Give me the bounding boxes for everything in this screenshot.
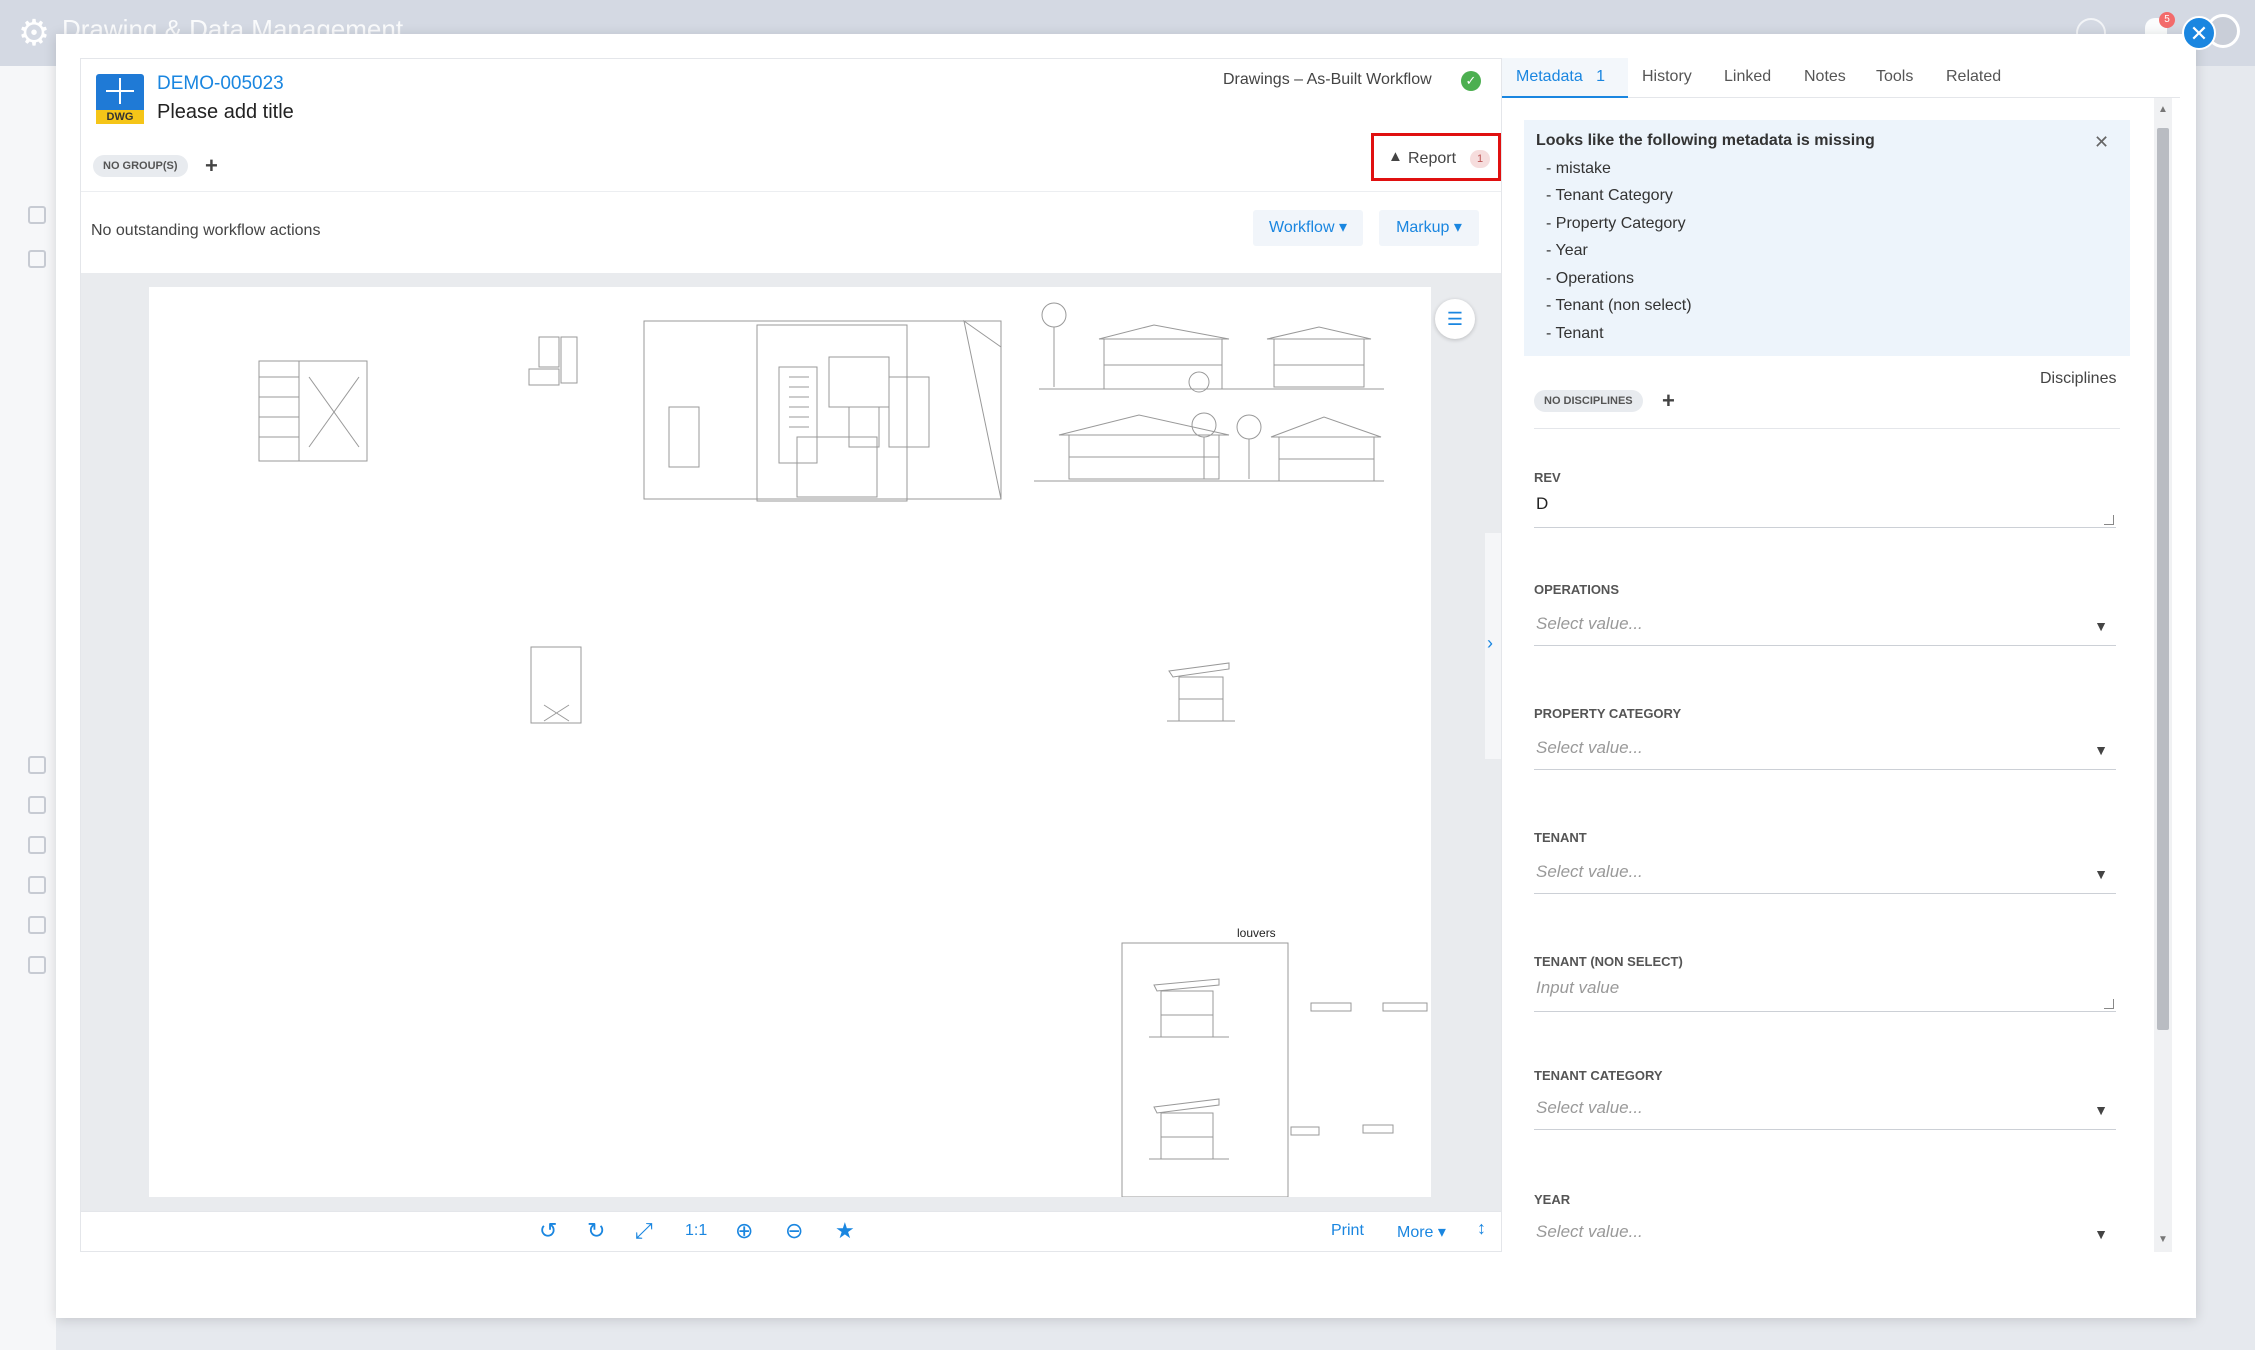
add-discipline-button[interactable]: + (1662, 388, 1675, 414)
gear-icon[interactable]: ⚙ (14, 13, 54, 53)
operations-select[interactable]: Select value... ▼ (1534, 608, 2116, 646)
alert-item: - Tenant Category (1546, 187, 1673, 204)
louvers-annotation: louvers (1237, 926, 1276, 940)
print-button[interactable]: Print (1331, 1222, 1364, 1240)
caret-down-icon: ▼ (2094, 1226, 2108, 1242)
check-icon (28, 836, 46, 854)
disciplines-badge: NO DISCIPLINES (1534, 390, 1643, 412)
document-id-link[interactable]: DEMO-005023 (157, 73, 284, 95)
tab-history[interactable]: History (1642, 68, 1692, 86)
tenant-non-select-label: TENANT (NON SELECT) (1534, 954, 1683, 969)
document-title[interactable]: Please add title (157, 101, 294, 124)
report-button[interactable]: ▲ Report 1 (1371, 133, 1501, 181)
app-title: Drawing & Data Management (62, 14, 404, 34)
notification-badge: 5 (2159, 12, 2175, 28)
chart-icon (28, 876, 46, 894)
alert-item: - mistake (1546, 160, 1611, 177)
dwg-file-icon: DWG (96, 74, 144, 124)
panel-tabs: Metadata 1 History Linked Notes Tools Re… (1502, 58, 2180, 98)
alert-item: - Property Category (1546, 215, 1686, 232)
close-button[interactable]: ✕ (2182, 16, 2216, 50)
inbox-icon (28, 956, 46, 974)
alert-item: - Year (1546, 242, 1588, 259)
workflow-dropdown-button[interactable]: Workflow ▾ (1253, 210, 1363, 246)
alert-item: - Tenant (1546, 325, 1604, 342)
tab-linked[interactable]: Linked (1724, 68, 1771, 86)
drawing-sheet[interactable]: louvers (149, 287, 1431, 1198)
caret-down-icon: ▼ (2094, 618, 2108, 634)
tenant-category-label: TENANT CATEGORY (1534, 1068, 1663, 1083)
chevron-right-icon: › (1487, 633, 1493, 653)
missing-metadata-alert: Looks like the following metadata is mis… (1524, 120, 2130, 356)
tab-notes[interactable]: Notes (1804, 68, 1846, 86)
layers-list-icon[interactable]: ☰ (1435, 299, 1475, 339)
alert-title: Looks like the following metadata is mis… (1536, 132, 1875, 149)
file-ext-label: DWG (96, 110, 144, 124)
alert-item: - Tenant (non select) (1546, 297, 1692, 314)
metadata-count: 1 (1596, 68, 1605, 85)
metadata-form[interactable]: Looks like the following metadata is mis… (1502, 98, 2162, 1252)
actual-size-button[interactable]: 1:1 (685, 1222, 707, 1240)
workflow-actions-status: No outstanding workflow actions (91, 222, 321, 239)
tenant-non-select-field[interactable]: Input value (1534, 974, 2116, 1012)
rotate-right-icon[interactable]: ↻ (587, 1218, 605, 1244)
drawing-canvas[interactable]: louvers ☰ › (81, 273, 1501, 1211)
search-icon (28, 206, 46, 224)
more-dropdown-button[interactable]: More ▾ (1397, 1222, 1446, 1242)
alert-item: - Operations (1546, 270, 1635, 287)
add-group-button[interactable]: + (205, 153, 218, 179)
star-icon[interactable]: ★ (835, 1218, 855, 1244)
document-viewer-pane: DWG DEMO-005023 Please add title Drawing… (80, 58, 1502, 1252)
divider (1534, 428, 2120, 429)
markup-dropdown-button[interactable]: Markup ▾ (1379, 210, 1479, 246)
report-count-badge: 1 (1470, 150, 1490, 168)
upload-icon (28, 916, 46, 934)
caret-down-icon: ▼ (2094, 742, 2108, 758)
panel-collapse-handle[interactable]: › (1485, 533, 1501, 759)
background-sidebar (0, 66, 56, 1350)
scroll-down-icon[interactable]: ▼ (2158, 1234, 2168, 1245)
report-label: Report (1408, 150, 1457, 167)
tenant-label: TENANT (1534, 830, 1587, 845)
resize-vertical-icon[interactable]: ↕ (1477, 1218, 1486, 1239)
check-circle-icon: ✓ (1461, 71, 1481, 91)
folder-icon (28, 250, 46, 268)
pencil-icon (28, 796, 46, 814)
close-icon[interactable]: ✕ (2094, 132, 2109, 153)
rotate-left-icon[interactable]: ↺ (539, 1218, 557, 1244)
operations-label: OPERATIONS (1534, 582, 1619, 597)
metadata-panel: Metadata 1 History Linked Notes Tools Re… (1502, 58, 2180, 1252)
drawing-content: louvers (258, 302, 1428, 1198)
tenant-select[interactable]: Select value... ▼ (1534, 856, 2116, 894)
panel-icon (28, 756, 46, 774)
caret-down-icon: ▼ (2094, 1102, 2108, 1118)
property-category-label: PROPERTY CATEGORY (1534, 706, 1682, 721)
fit-expand-icon[interactable]: ⤢ (635, 1218, 653, 1244)
workflow-action-bar: No outstanding workflow actions Workflow… (81, 191, 1501, 271)
tab-metadata[interactable]: Metadata 1 (1516, 68, 1605, 86)
rev-value: D (1536, 494, 1549, 513)
zoom-out-icon[interactable]: ⊖ (785, 1218, 803, 1244)
tenant-category-select[interactable]: Select value... ▼ (1534, 1092, 2116, 1130)
groups-badge: NO GROUP(S) (93, 155, 188, 177)
scroll-up-icon[interactable]: ▲ (2158, 104, 2168, 115)
viewer-toolbar: ↺ ↻ ⤢ 1:1 ⊕ ⊖ ★ Print More ▾ ↕ (81, 1211, 1501, 1251)
panel-scrollbar[interactable]: ▲ ▼ (2154, 98, 2172, 1252)
document-header: DWG DEMO-005023 Please add title Drawing… (81, 59, 1501, 191)
caret-down-icon: ▼ (2094, 866, 2108, 882)
disciplines-label: Disciplines (2040, 370, 2117, 387)
workflow-name: Drawings – As-Built Workflow (1223, 71, 1432, 88)
property-category-select[interactable]: Select value... ▼ (1534, 732, 2116, 770)
warning-icon: ▲ (1388, 148, 1403, 165)
scrollbar-thumb[interactable] (2157, 128, 2169, 1030)
year-select[interactable]: Select value... ▼ (1534, 1216, 2116, 1252)
rev-label: REV (1534, 470, 1561, 485)
year-label: YEAR (1534, 1192, 1571, 1207)
rev-field[interactable]: D (1534, 490, 2116, 528)
tab-related[interactable]: Related (1946, 68, 2001, 86)
zoom-in-icon[interactable]: ⊕ (735, 1218, 753, 1244)
tab-tools[interactable]: Tools (1876, 68, 1913, 86)
